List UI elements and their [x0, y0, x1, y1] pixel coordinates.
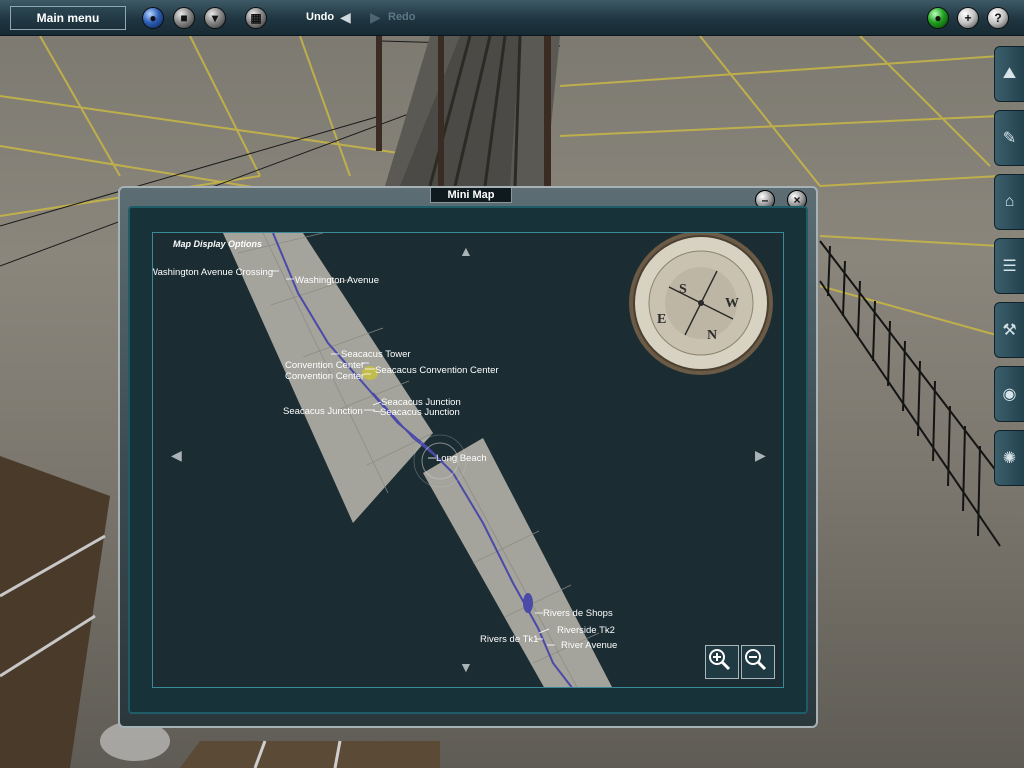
label-long-beach: Long Beach: [436, 453, 487, 464]
undo-button[interactable]: Undo: [306, 11, 334, 23]
zoom-in-button[interactable]: [705, 645, 739, 679]
paint-icon: ✎: [1002, 130, 1017, 147]
compass-e: E: [657, 312, 666, 327]
side-tab-objects[interactable]: ⌂: [994, 174, 1024, 230]
label-river-avenue: River Avenue: [561, 640, 617, 651]
compass-s: S: [679, 282, 687, 297]
map-display-options-link[interactable]: Map Display Options: [173, 239, 262, 249]
stop-icon[interactable]: ■: [173, 7, 195, 29]
layers-icon[interactable]: ●: [142, 7, 164, 29]
zoom-in-icon: [709, 649, 731, 671]
redo-arrow-icon[interactable]: ▶: [370, 10, 381, 24]
pan-down-arrow-icon[interactable]: ▼: [459, 659, 473, 675]
label-convention-center-2: Convention Center: [285, 371, 364, 382]
help-icon[interactable]: ?: [987, 7, 1009, 29]
label-rivers-de-shops: Rivers de Shops: [543, 608, 613, 619]
grid-icon[interactable]: ▦: [245, 7, 267, 29]
pan-up-arrow-icon[interactable]: ▲: [459, 243, 473, 259]
label-seacacus-tower: Seacacus Tower: [341, 349, 411, 360]
top-toolbar: Main menu ● ■ ▾ ▦ Undo ◀ ▶ Redo ● + ?: [0, 0, 1024, 36]
filter-icon[interactable]: ▾: [204, 7, 226, 29]
main-menu-button[interactable]: Main menu: [10, 6, 126, 30]
compass-icon: S W E N: [629, 233, 773, 375]
side-tab-paint[interactable]: ✎: [994, 110, 1024, 166]
redo-button[interactable]: Redo: [388, 11, 416, 23]
wheel-icon: ✺: [1002, 450, 1017, 467]
label-washington-avenue: Washington Avenue: [295, 275, 379, 286]
map-frame: Washington Avenue Crossing Washington Av…: [128, 206, 808, 714]
label-riverside-tk2: Riverside Tk2: [557, 625, 615, 636]
globe-icon: ◉: [1002, 386, 1017, 403]
track-icon: ☰: [1002, 258, 1017, 275]
zoom-out-icon: [745, 649, 767, 671]
map-graphic: Washington Avenue Crossing Washington Av…: [153, 233, 773, 687]
side-tab-tools[interactable]: ⚒: [994, 302, 1024, 358]
zoom-out-button[interactable]: [741, 645, 775, 679]
label-convention-center-1: Convention Center: [285, 360, 364, 371]
terrain-icon: ⛰: [1002, 65, 1017, 82]
pan-right-arrow-icon[interactable]: ▶: [755, 447, 766, 464]
status-light-icon[interactable]: ●: [927, 7, 949, 29]
window-title[interactable]: Mini Map: [430, 188, 512, 203]
side-tab-globe[interactable]: ◉: [994, 366, 1024, 422]
pan-left-arrow-icon[interactable]: ◀: [171, 447, 182, 464]
label-washington-avenue-crossing: Washington Avenue Crossing: [153, 267, 273, 278]
side-tab-terrain[interactable]: ⛰: [994, 46, 1024, 102]
mini-map-window: Mini Map – × Washington Avenue Crossing …: [118, 186, 818, 728]
compass-n: N: [707, 328, 717, 343]
add-icon[interactable]: +: [957, 7, 979, 29]
side-tab-track[interactable]: ☰: [994, 238, 1024, 294]
compass-w: W: [725, 296, 739, 311]
side-tab-wheel[interactable]: ✺: [994, 430, 1024, 486]
undo-arrow-icon[interactable]: ◀: [340, 10, 351, 24]
label-seacacus-convention-center: Seacacus Convention Center: [375, 365, 499, 376]
label-seacacus-junction-left: Seacacus Junction: [283, 406, 363, 417]
map-canvas[interactable]: Washington Avenue Crossing Washington Av…: [152, 232, 784, 688]
label-rivers-de-tk1: Rivers de Tk1: [480, 634, 538, 645]
objects-icon: ⌂: [1004, 193, 1015, 210]
label-seacacus-junction-right-2: Seacacus Junction: [380, 407, 460, 418]
tools-icon: ⚒: [1002, 322, 1017, 339]
